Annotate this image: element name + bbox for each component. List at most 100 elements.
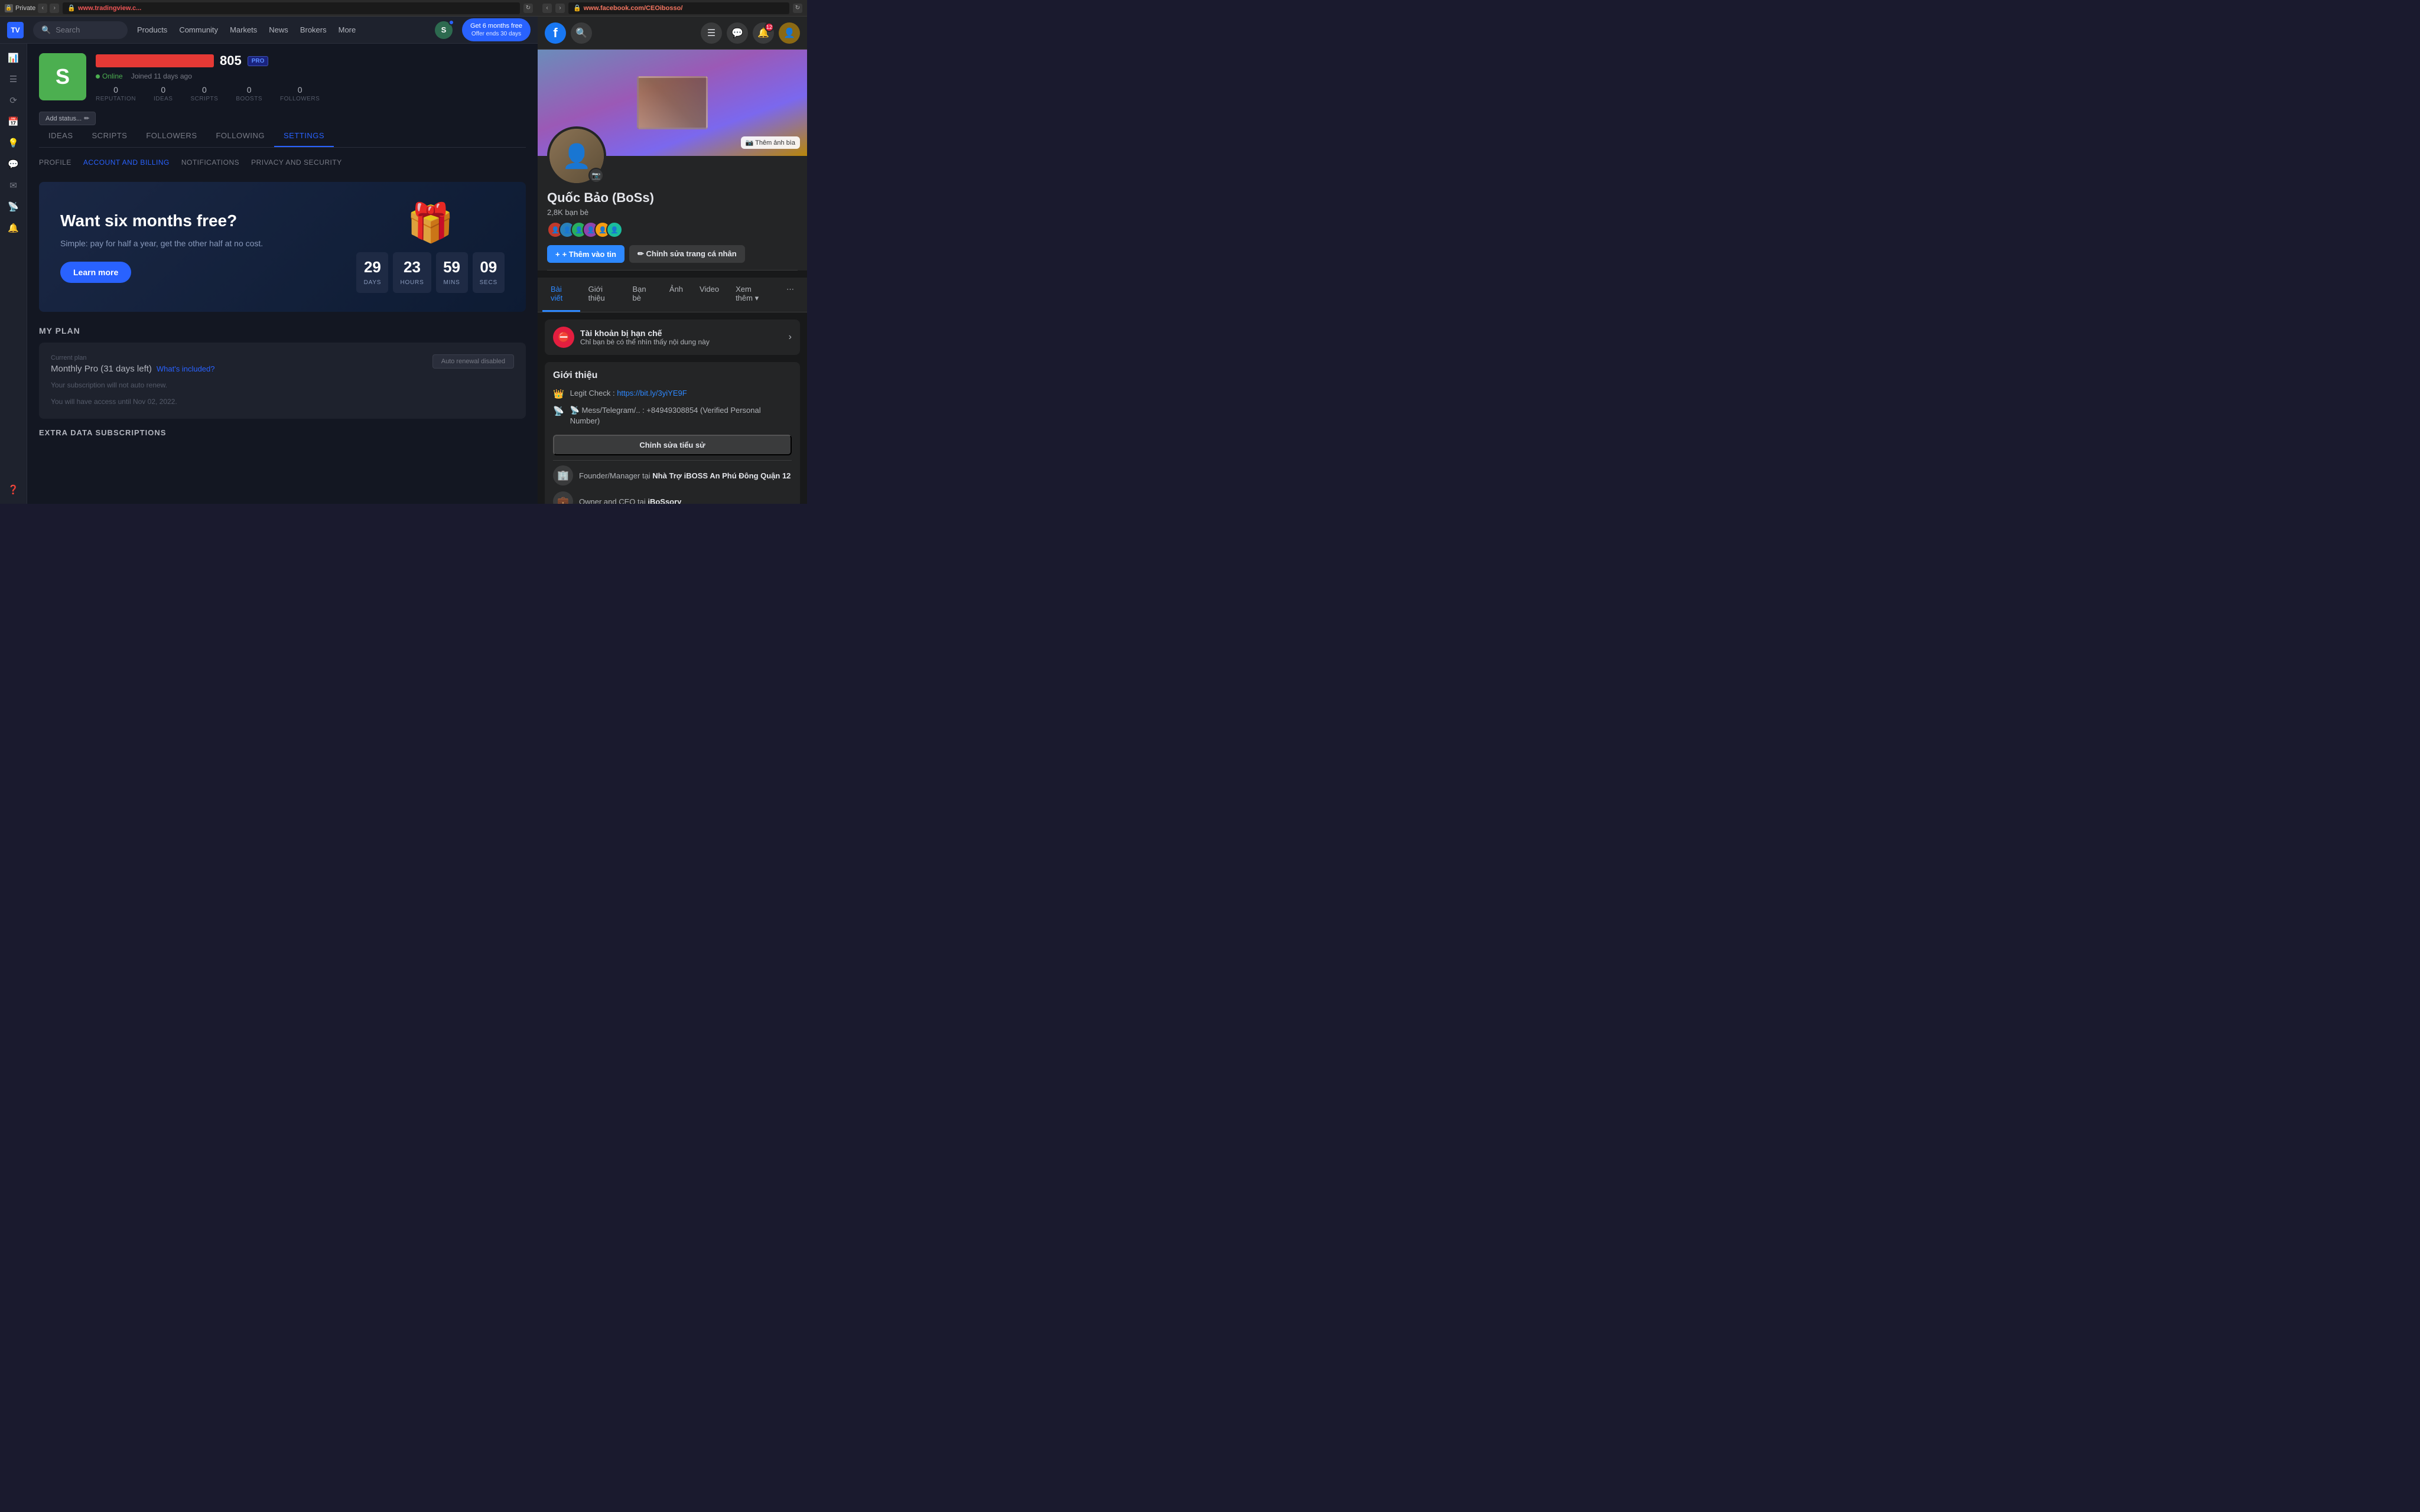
fb-tab-friends[interactable]: Bạn bè — [624, 278, 661, 312]
telegram-text: 📡 Mess/Telegram/.. : +84949308854 (Verif… — [570, 405, 792, 426]
tradingview-logo[interactable]: TV — [7, 22, 24, 38]
browser-chrome-right: ‹ › 🔒 www.facebook.com/CEOibosso/ ↻ — [538, 0, 807, 17]
fb-tab-about[interactable]: Giới thiệu — [580, 278, 624, 312]
user-avatar[interactable]: S — [435, 21, 453, 39]
fb-friends-avatars: 👤 👤 👤 👤 👤 👤 — [547, 221, 798, 238]
profile-name-row: 805 PRO — [96, 53, 526, 69]
edit-profile-button[interactable]: ✏ Chỉnh sửa trang cá nhân — [629, 245, 745, 263]
about-section: Giới thiệu 👑 Legit Check : https://bit.l… — [545, 362, 800, 504]
url-text-left: www.tradingview.c... — [78, 5, 141, 12]
nav-news[interactable]: News — [269, 25, 288, 34]
subtab-profile[interactable]: PROFILE — [39, 157, 71, 168]
fb-tab-videos[interactable]: Video — [691, 278, 727, 312]
fb-menu-icon[interactable]: ☰ — [701, 22, 722, 44]
tab-ideas[interactable]: IDEAS — [39, 125, 83, 147]
nav-community[interactable]: Community — [179, 25, 218, 34]
search-bar[interactable]: 🔍 Search — [33, 21, 128, 39]
settings-subtabs: PROFILE ACCOUNT AND BILLING NOTIFICATION… — [39, 157, 526, 170]
sidebar-broadcast-icon[interactable]: 📡 — [4, 197, 23, 216]
restricted-icon: ⛔ — [553, 327, 574, 348]
back-button[interactable]: ‹ — [38, 4, 47, 13]
whats-included-link[interactable]: What's included? — [157, 364, 215, 373]
subtab-notifications[interactable]: NOTIFICATIONS — [181, 157, 239, 168]
tv-main-area: 📊 ☰ ⟳ 📅 💡 💬 ✉ 📡 🔔 ❓ S 805 PRO — [0, 44, 538, 504]
sidebar-chart-icon[interactable]: 📊 — [4, 48, 23, 67]
sidebar-watchlist-icon[interactable]: ☰ — [4, 70, 23, 89]
sidebar-screener-icon[interactable]: ⟳ — [4, 91, 23, 110]
tab-settings[interactable]: SETTINGS — [274, 125, 334, 147]
pro-badge: PRO — [248, 56, 269, 66]
nav-markets[interactable]: Markets — [230, 25, 257, 34]
tab-followers[interactable]: FOLLOWERS — [136, 125, 206, 147]
forward-button[interactable]: › — [50, 4, 59, 13]
fb-messenger-icon[interactable]: 💬 — [727, 22, 748, 44]
add-to-story-button[interactable]: + + Thêm vào tin — [547, 245, 624, 263]
tv-sidebar: 📊 ☰ ⟳ 📅 💡 💬 ✉ 📡 🔔 ❓ — [0, 44, 27, 504]
add-story-icon: + — [555, 250, 560, 259]
restricted-notice[interactable]: ⛔ Tài khoản bị hạn chế Chỉ bạn bè có thể… — [545, 320, 800, 355]
fb-refresh-button[interactable]: ↻ — [793, 4, 802, 13]
fb-friends-count: 2,8K bạn bè — [547, 208, 798, 217]
fb-tab-posts[interactable]: Bài viết — [542, 278, 580, 312]
fb-tab-photos[interactable]: Ảnh — [661, 278, 691, 312]
notification-badge — [448, 19, 454, 25]
stat-scripts: 0 SCRIPTS — [190, 85, 218, 102]
tab-scripts[interactable]: SCRIPTS — [83, 125, 137, 147]
tab-following[interactable]: FOLLOWING — [206, 125, 274, 147]
promo-banner: Want six months free? Simple: pay for ha… — [39, 182, 526, 312]
fb-forward-button[interactable]: › — [555, 4, 565, 13]
current-plan-label: Current plan — [51, 354, 215, 361]
work-icon-1: 💼 — [553, 491, 573, 504]
stat-followers: 0 FOLLOWERS — [280, 85, 320, 102]
add-status-button[interactable]: Add status... ✏ — [39, 112, 96, 125]
tradingview-panel: 🔒 Private ‹ › 🔒 www.tradingview.c... ↻ T… — [0, 0, 538, 504]
nav-brokers[interactable]: Brokers — [300, 25, 327, 34]
work-item-1: 💼 Owner and CEO tại iBoSsory — [553, 491, 792, 504]
stat-ideas: 0 IDEAS — [154, 85, 173, 102]
fb-user-avatar[interactable]: 👤 — [779, 22, 800, 44]
restricted-sub: Chỉ bạn bè có thể nhìn thấy nội dung này — [580, 338, 783, 346]
fb-profile-camera-button[interactable]: 📷 — [588, 168, 604, 183]
fb-tab-more[interactable]: Xem thêm ▾ — [727, 278, 778, 312]
private-icon: 🔒 — [5, 4, 13, 12]
work-text-1: Owner and CEO tại iBoSsory — [579, 497, 681, 504]
facebook-logo[interactable]: f — [545, 22, 566, 44]
search-icon: 🔍 — [41, 25, 51, 35]
url-bar-left[interactable]: 🔒 www.tradingview.c... — [63, 2, 520, 14]
tradingview-navbar: TV 🔍 Search Products Community Markets N… — [0, 17, 538, 44]
sidebar-chat-icon[interactable]: 💬 — [4, 155, 23, 174]
sidebar-ideas-icon[interactable]: 💡 — [4, 133, 23, 152]
about-legit: 👑 Legit Check : https://bit.ly/3yiYE9F — [553, 388, 792, 399]
fb-tabs: Bài viết Giới thiệu Bạn bè Ảnh Video Xem… — [538, 278, 807, 312]
add-story-label: + Thêm vào tin — [562, 250, 616, 259]
fb-back-button[interactable]: ‹ — [542, 4, 552, 13]
fb-url-bar[interactable]: 🔒 www.facebook.com/CEOibosso/ — [568, 2, 789, 14]
subtab-privacy[interactable]: PRIVACY AND SECURITY — [251, 157, 342, 168]
refresh-button[interactable]: ↻ — [523, 4, 533, 13]
edit-bio-button[interactable]: Chỉnh sửa tiểu sử — [553, 435, 792, 455]
my-plan-title: MY PLAN — [39, 326, 526, 335]
legit-link[interactable]: https://bit.ly/3yiYE9F — [617, 389, 687, 397]
subtab-account-billing[interactable]: ACCOUNT AND BILLING — [83, 157, 170, 168]
add-status-label: Add status... — [45, 115, 82, 122]
restricted-title: Tài khoản bị hạn chế — [580, 328, 783, 338]
profile-meta: Online Joined 11 days ago — [96, 72, 526, 80]
sidebar-calendar-icon[interactable]: 📅 — [4, 112, 23, 131]
nav-more[interactable]: More — [339, 25, 356, 34]
sidebar-help-icon[interactable]: ❓ — [4, 480, 23, 499]
tv-content-area: S 805 PRO Online Joined 11 days ago — [27, 44, 538, 504]
fb-profile-name: Quốc Bảo (BoSs) — [547, 190, 798, 206]
telegram-icon: 📡 — [553, 406, 564, 416]
divider-1 — [553, 460, 792, 461]
fb-search-button[interactable]: 🔍 — [571, 22, 592, 44]
promo-button[interactable]: Get 6 months free Offer ends 30 days — [462, 18, 531, 41]
cover-camera-button[interactable]: 📷 Thêm ảnh bìa — [741, 136, 800, 149]
fb-url-text: www.facebook.com/CEOibosso/ — [584, 5, 683, 12]
sidebar-alerts-icon[interactable]: 🔔 — [4, 219, 23, 237]
fb-notifications-icon[interactable]: 🔔 12 — [753, 22, 774, 44]
fb-tab-ellipsis[interactable]: ⋯ — [778, 278, 802, 312]
nav-products[interactable]: Products — [137, 25, 167, 34]
learn-more-button[interactable]: Learn more — [60, 262, 131, 283]
friend-avatar-6: 👤 — [606, 221, 623, 238]
sidebar-messages-icon[interactable]: ✉ — [4, 176, 23, 195]
